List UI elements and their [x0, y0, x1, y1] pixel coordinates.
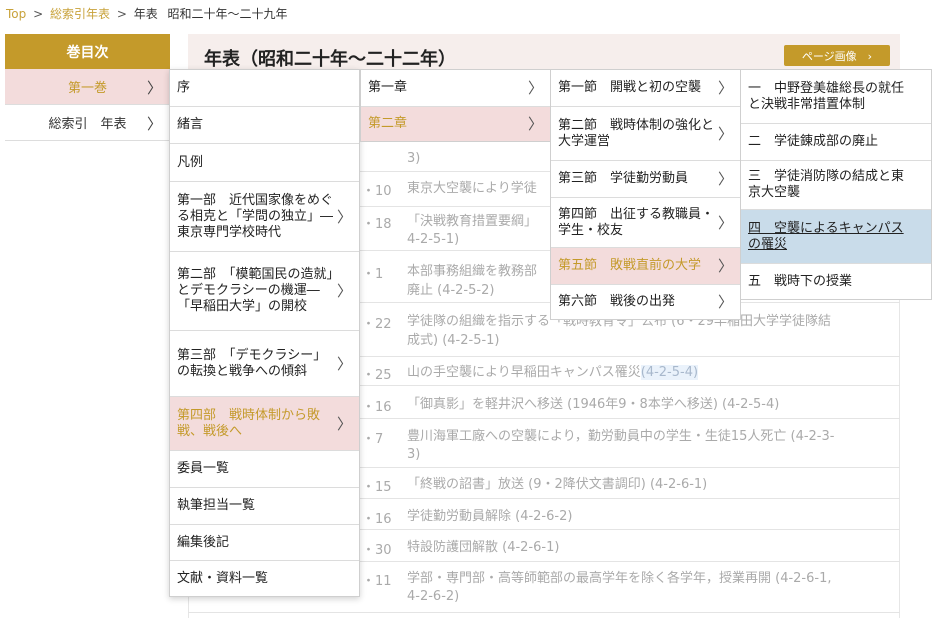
menu-item-subsection-3[interactable]: 三 学徒消防隊の結成と東京大空襲: [741, 161, 931, 210]
breadcrumb-current: 昭和二十年〜二十九年: [167, 7, 288, 21]
menu-item-subsection-1[interactable]: 一 中野登美雄総長の就任と決戦非常措置体制: [741, 70, 931, 124]
parts-menu: 序 緒言 凡例 第一部 近代国家像をめぐる相克と「学問の独立」―東京専門学校時代…: [169, 69, 360, 597]
timeline-date: ・1: [362, 267, 384, 282]
menu-item-part-1[interactable]: 第一部 近代国家像をめぐる相克と「学問の独立」―東京専門学校時代〉: [170, 182, 359, 252]
breadcrumb-separator: >: [33, 7, 44, 21]
chapters-menu: 第一章〉 第二章〉: [360, 69, 551, 142]
timeline-date: ・22: [362, 317, 392, 332]
menu-item-authors[interactable]: 執筆担当一覧: [170, 488, 359, 525]
menu-item-section-6[interactable]: 第六節 戦後の出発〉: [551, 285, 740, 319]
timeline-date: ・18: [362, 217, 392, 232]
chevron-right-icon: 〉: [717, 79, 733, 97]
timeline-text: 成式) (4-2-5-1): [407, 333, 500, 348]
timeline-date: ・16: [362, 400, 392, 415]
subsections-menu: 一 中野登美雄総長の就任と決戦非常措置体制 二 学徒錬成部の廃止 三 学徒消防隊…: [740, 69, 932, 300]
menu-item-chapter-1[interactable]: 第一章〉: [361, 70, 550, 107]
menu-item-part-2[interactable]: 第二部 「模範国民の造就」とデモクラシーの機運―「早稲田大学」の開校〉: [170, 252, 359, 331]
timeline-date: ・11: [362, 574, 392, 589]
timeline-text: 学徒勤労動員解除 (4-2-6-2): [407, 509, 573, 524]
menu-item-subsection-2[interactable]: 二 学徒錬成部の廃止: [741, 124, 931, 161]
menu-item-notes[interactable]: 凡例: [170, 144, 359, 182]
menu-item-committee[interactable]: 委員一覧: [170, 451, 359, 488]
timeline-text: 4-2-6-2): [407, 589, 460, 604]
chevron-right-icon: 〉: [146, 115, 162, 133]
chevron-right-icon: 〉: [717, 257, 733, 275]
menu-item-section-1[interactable]: 第一節 開戦と初の空襲〉: [551, 70, 740, 107]
timeline-date: ・30: [362, 543, 392, 558]
toc-item-index-chronology[interactable]: 総索引 年表 〉: [5, 105, 170, 141]
chevron-right-icon: 〉: [527, 115, 543, 133]
chevron-right-icon: 〉: [717, 213, 733, 232]
timeline-text: 豊川海軍工廠への空襲により，勤労動員中の学生・生徒15人死亡 (4-2-3-: [407, 429, 835, 444]
chevron-right-icon: 〉: [336, 207, 352, 226]
row-divider: [360, 385, 900, 386]
menu-item-part-3[interactable]: 第三部 「デモクラシー」の転換と戦争への傾斜〉: [170, 331, 359, 397]
menu-item-section-2[interactable]: 第二節 戦時体制の強化と大学運営〉: [551, 107, 740, 161]
timeline-date: ・7: [362, 432, 384, 447]
menu-item-part-4[interactable]: 第四部 戦時体制から敗戦、戦後へ〉: [170, 397, 359, 451]
content-bottom-line: [188, 612, 900, 613]
breadcrumb: Top > 総索引年表 > 年表 昭和二十年〜二十九年: [6, 5, 288, 22]
chevron-right-icon: 〉: [527, 79, 543, 97]
menu-item-introduction[interactable]: 緒言: [170, 107, 359, 144]
breadcrumb-nenpyo: 年表: [133, 7, 158, 21]
timeline-text: 特設防護団解散 (4-2-6-1): [407, 540, 560, 555]
row-divider: [360, 467, 900, 468]
timeline-text: 「御真影」を軽井沢へ移送 (1946年9・8本学へ移送) (4-2-5-4): [407, 397, 780, 412]
toc-item-label: 第一巻: [67, 81, 107, 96]
row-divider: [360, 498, 900, 499]
chevron-right-icon: 〉: [336, 282, 352, 300]
page-title: 年表（昭和二十年〜二十二年）: [204, 49, 456, 70]
timeline-text: 学部・専門部・高等師範部の最高学年を除く各学年，授業再開 (4-2-6-1,: [407, 571, 832, 586]
breadcrumb-index-link[interactable]: 総索引年表: [50, 7, 110, 21]
toc-item-label: 総索引 年表: [48, 117, 127, 132]
toc-heading: 巻目次: [5, 34, 170, 69]
menu-item-section-4[interactable]: 第四節 出征する教職員・学生・校友〉: [551, 198, 740, 248]
chevron-right-icon: 〉: [717, 293, 733, 311]
chevron-right-icon: 〉: [336, 414, 352, 433]
row-divider: [360, 529, 900, 530]
timeline-text: 3): [407, 447, 421, 462]
menu-item-subsection-4[interactable]: 四 空襲によるキャンパスの罹災: [741, 210, 931, 264]
breadcrumb-top-link[interactable]: Top: [6, 7, 26, 21]
page-image-button[interactable]: ページ画像 ›: [784, 45, 890, 66]
menu-item-chapter-2[interactable]: 第二章〉: [361, 107, 550, 141]
row-divider: [360, 418, 900, 419]
chevron-right-icon: 〉: [146, 79, 162, 97]
menu-item-bibliography[interactable]: 文献・資料一覧: [170, 561, 359, 596]
timeline-date: ・15: [362, 480, 392, 495]
menu-item-section-5[interactable]: 第五節 敗戦直前の大学〉: [551, 248, 740, 285]
timeline-date: ・16: [362, 512, 392, 527]
menu-item-subsection-5[interactable]: 五 戦時下の授業: [741, 264, 931, 299]
timeline-text: 「終戦の詔書」放送 (9・2降伏文書調印) (4-2-6-1): [407, 477, 708, 492]
timeline-date: ・10: [362, 184, 392, 199]
chevron-right-icon: 〉: [336, 354, 352, 373]
sections-menu: 第一節 開戦と初の空襲〉 第二節 戦時体制の強化と大学運営〉 第三節 学徒勤労動…: [550, 69, 741, 320]
toc-item-volume-1[interactable]: 第一巻 〉: [5, 69, 170, 105]
chevron-right-icon: 〉: [717, 170, 733, 188]
menu-item-section-3[interactable]: 第三節 学徒勤労動員〉: [551, 161, 740, 198]
timeline-text-main: 山の手空襲により早稲田キャンパス罹災: [407, 365, 641, 380]
row-divider: [360, 561, 900, 562]
row-divider: [360, 356, 900, 357]
breadcrumb-separator: >: [116, 7, 127, 21]
menu-item-preface[interactable]: 序: [170, 70, 359, 107]
menu-item-afterword[interactable]: 編集後記: [170, 525, 359, 561]
chevron-right-icon: 〉: [717, 124, 733, 143]
timeline-ref-link[interactable]: (4-2-5-4): [640, 365, 699, 380]
timeline-text: 山の手空襲により早稲田キャンパス罹災(4-2-5-4): [407, 364, 899, 382]
timeline-date: ・25: [362, 368, 392, 383]
